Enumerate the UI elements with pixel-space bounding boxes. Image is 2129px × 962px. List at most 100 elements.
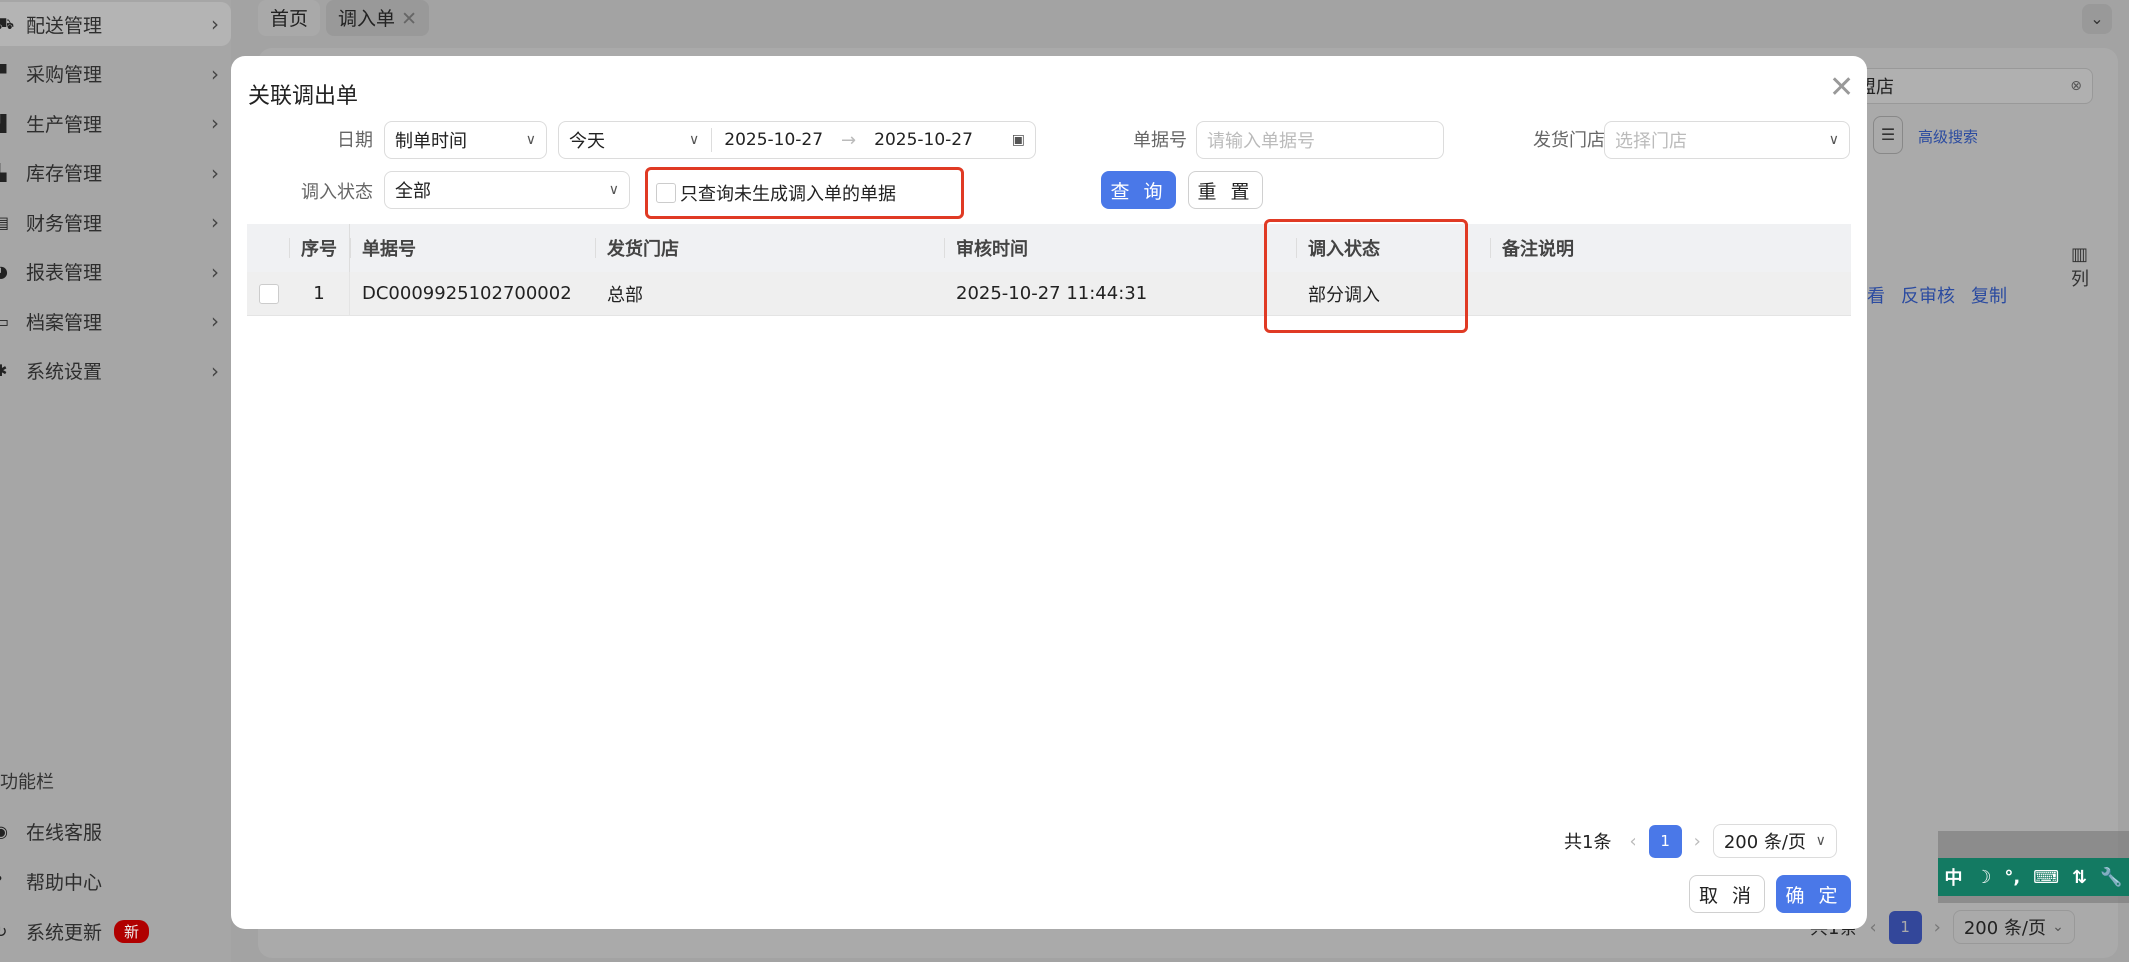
new-badge: 新 bbox=[114, 919, 150, 943]
chevron-right-icon: › bbox=[211, 160, 219, 185]
refresh-icon: ↻ bbox=[0, 921, 8, 941]
background-search-input[interactable]: 盟店 ⊗ bbox=[1847, 68, 2093, 104]
chevron-right-icon: › bbox=[211, 61, 219, 86]
factory-icon: ▟ bbox=[0, 113, 7, 133]
help-icon: ? bbox=[0, 872, 14, 891]
sidebar-item-2[interactable]: ▟ 生产管理 › bbox=[0, 101, 231, 145]
close-icon[interactable]: ✕ bbox=[401, 8, 417, 30]
headset-icon: ◉ bbox=[0, 821, 8, 841]
store-placeholder: 选择门店 bbox=[1615, 131, 1687, 152]
calendar-icon[interactable]: ▣ bbox=[1012, 132, 1025, 148]
function-item-0[interactable]: ◉ 在线客服 bbox=[0, 809, 231, 853]
chevron-right-icon: › bbox=[211, 12, 219, 36]
date-type-select[interactable]: 制单时间 ∨ bbox=[384, 121, 547, 159]
warehouse-icon: ▙ bbox=[0, 163, 7, 182]
function-bar-title: 功能栏 bbox=[0, 772, 54, 793]
arrow-right-icon: → bbox=[841, 129, 857, 151]
tab-bar: 首页 调入单 ✕ bbox=[258, 0, 429, 36]
sidebar-item-label: 库存管理 bbox=[26, 163, 103, 185]
highlight-box bbox=[1264, 219, 1468, 333]
sidebar-item-1[interactable]: ▀ 采购管理 › bbox=[0, 52, 231, 96]
tab-home[interactable]: 首页 bbox=[258, 0, 321, 36]
unaudit-link[interactable]: 反审核 bbox=[1901, 282, 1955, 308]
checkbox-label: 只查询未生成调入单的单据 bbox=[680, 184, 896, 205]
function-item-2[interactable]: ↻ 系统更新新 bbox=[0, 909, 231, 953]
clear-icon[interactable]: ⊗ bbox=[2070, 78, 2082, 94]
row-store: 总部 bbox=[607, 284, 643, 306]
view-link[interactable]: 看 bbox=[1867, 282, 1885, 308]
page-size-value: 200 条/页 bbox=[1963, 918, 2047, 939]
store-label: 发货门店 bbox=[1533, 130, 1605, 151]
status-select[interactable]: 全部 ∨ bbox=[384, 171, 630, 209]
prev-page-icon[interactable]: ‹ bbox=[1869, 917, 1876, 938]
page-button[interactable]: 1 bbox=[1648, 824, 1682, 858]
chevron-down-icon: ⌄ bbox=[2052, 919, 2064, 935]
outbound-order-table: 序号 单据号 发货门店 审核时间 调入状态 备注说明 1 DC000992510… bbox=[247, 224, 1851, 316]
next-page-icon[interactable]: › bbox=[1934, 917, 1941, 938]
dialog-title: 关联调出单 bbox=[248, 84, 359, 109]
function-item-1[interactable]: ? 帮助中心 bbox=[0, 859, 231, 903]
advanced-search-link[interactable]: 高级搜索 bbox=[1918, 126, 1978, 147]
ime-toolbar: 中 ☽ °, ⌨ ⇅ 🔧 bbox=[1938, 831, 2129, 903]
close-icon[interactable]: ✕ bbox=[1829, 70, 1854, 105]
order-no-label: 单据号 bbox=[1133, 130, 1187, 151]
pagination: 共1条 ‹ 1 › 200 条/页 ∨ bbox=[1564, 824, 1837, 858]
columns-button[interactable]: ▥ 列 bbox=[2071, 244, 2089, 291]
keyboard-icon[interactable]: ⌨ bbox=[2033, 867, 2059, 888]
chevron-right-icon: › bbox=[211, 309, 219, 333]
function-item-label: 在线客服 bbox=[26, 821, 103, 844]
table-row[interactable]: 1 DC0009925102700002 总部 2025-10-27 11:44… bbox=[247, 272, 1851, 316]
sidebar: ⛟ 配送管理 › ▀ 采购管理 › ▟ 生产管理 › ▙ 库存管理 › ▤ 财务管理 › ◕ 报表管理 › ▭ 档案管… bbox=[0, 0, 231, 962]
punctuation-icon[interactable]: °, bbox=[2004, 867, 2020, 888]
order-no-input[interactable]: 请输入单据号 bbox=[1196, 121, 1444, 159]
ime-chinese-icon[interactable]: 中 bbox=[1944, 864, 1962, 890]
toggle-icon[interactable]: ⇅ bbox=[2072, 867, 2087, 888]
row-checkbox[interactable] bbox=[259, 283, 279, 304]
date-preset-select[interactable]: 今天 bbox=[569, 127, 689, 153]
sidebar-item-3[interactable]: ▙ 库存管理 › bbox=[0, 151, 231, 195]
chevron-down-icon[interactable]: ⌄ bbox=[2082, 4, 2112, 34]
col-remark: 备注说明 bbox=[1490, 224, 1851, 272]
tab-label: 调入单 bbox=[338, 8, 396, 30]
sidebar-item-5[interactable]: ◕ 报表管理 › bbox=[0, 250, 231, 294]
date-range-picker[interactable]: 今天 ∨ 2025-10-27 → 2025-10-27 ▣ bbox=[558, 121, 1036, 159]
checkbox[interactable] bbox=[656, 183, 676, 203]
store-select[interactable]: 选择门店 ∨ bbox=[1604, 121, 1850, 159]
filter-icon[interactable]: ☰ bbox=[1873, 116, 1903, 154]
chevron-right-icon: › bbox=[211, 259, 219, 284]
order-no-placeholder: 请输入单据号 bbox=[1207, 131, 1315, 152]
reset-button[interactable]: 重 置 bbox=[1188, 171, 1263, 209]
sidebar-item-label: 报表管理 bbox=[26, 262, 103, 284]
next-page-icon[interactable]: › bbox=[1694, 831, 1701, 852]
cart-icon: ▀ bbox=[0, 64, 7, 83]
cancel-button[interactable]: 取 消 bbox=[1689, 875, 1765, 913]
moon-icon[interactable]: ☽ bbox=[1975, 867, 1991, 888]
start-date[interactable]: 2025-10-27 bbox=[724, 130, 823, 150]
query-button[interactable]: 查 询 bbox=[1101, 171, 1176, 209]
sidebar-item-label: 采购管理 bbox=[26, 64, 103, 86]
chevron-down-icon: ∨ bbox=[525, 132, 536, 148]
end-date[interactable]: 2025-10-27 bbox=[874, 130, 973, 150]
chevron-down-icon: ∨ bbox=[1815, 833, 1826, 849]
chevron-right-icon: › bbox=[211, 111, 219, 135]
chevron-right-icon: › bbox=[211, 358, 219, 383]
wrench-icon[interactable]: 🔧 bbox=[2100, 867, 2122, 888]
function-item-label: 帮助中心 bbox=[26, 871, 103, 894]
row-audit-time: 2025-10-27 11:44:31 bbox=[956, 283, 1148, 304]
total-count: 共1条 bbox=[1564, 832, 1612, 853]
date-label: 日期 bbox=[337, 130, 373, 151]
row-remark bbox=[1490, 272, 1851, 315]
copy-link[interactable]: 复制 bbox=[1971, 282, 2007, 308]
page-button[interactable]: 1 bbox=[1888, 910, 1922, 944]
finance-icon: ▤ bbox=[0, 212, 10, 232]
tab-transfer-in[interactable]: 调入单 ✕ bbox=[326, 0, 429, 36]
link-outbound-order-dialog: 关联调出单 ✕ 日期 制单时间 ∨ 今天 ∨ 2025-10-27 → 2025-1… bbox=[231, 56, 1867, 929]
only-unlinked-checkbox[interactable]: 只查询未生成调入单的单据 bbox=[656, 180, 896, 206]
table-header: 序号 单据号 发货门店 审核时间 调入状态 备注说明 bbox=[247, 224, 1851, 272]
confirm-button[interactable]: 确 定 bbox=[1776, 875, 1851, 913]
sidebar-item-4[interactable]: ▤ 财务管理 › bbox=[0, 200, 231, 244]
sidebar-item-0[interactable]: ⛟ 配送管理 › bbox=[0, 2, 231, 46]
sidebar-item-6[interactable]: ▭ 档案管理 › bbox=[0, 299, 231, 343]
prev-page-icon[interactable]: ‹ bbox=[1629, 831, 1636, 852]
sidebar-item-7[interactable]: ✱ 系统设置 › bbox=[0, 349, 231, 393]
